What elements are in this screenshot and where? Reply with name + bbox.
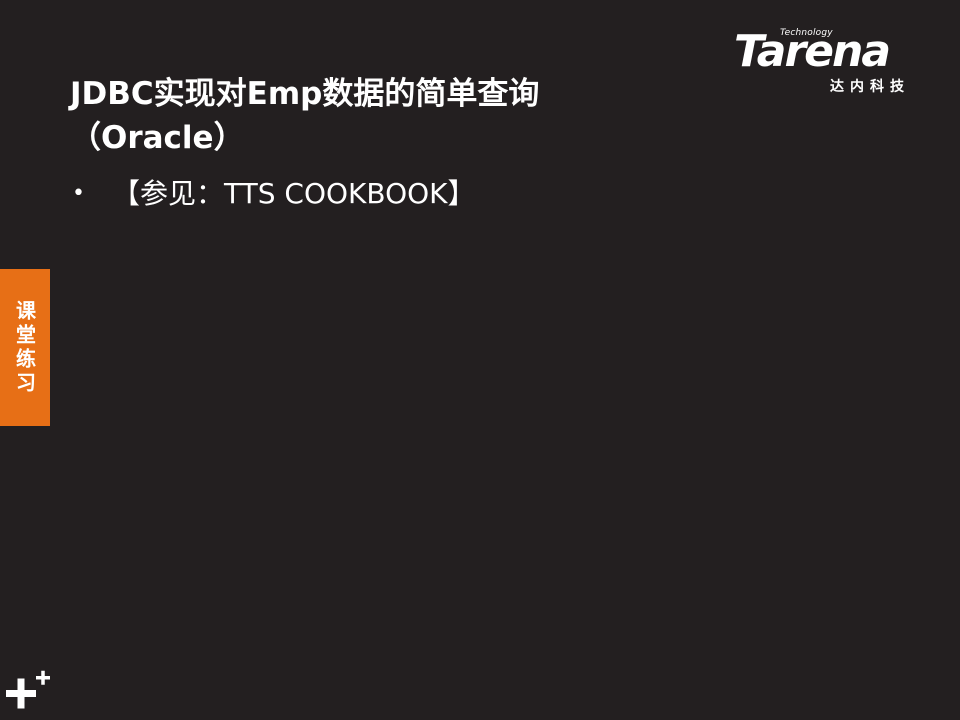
slide-title: JDBC实现对Emp数据的简单查询 （Oracle） — [70, 72, 710, 160]
side-tab-label: 课堂练习 — [12, 299, 37, 396]
bullet-list: • 【参见：TTS COOKBOOK】 — [72, 172, 476, 216]
plus-icon — [6, 670, 50, 709]
bullet-item: • 【参见：TTS COOKBOOK】 — [72, 172, 476, 216]
bullet-dot-icon: • — [72, 181, 85, 206]
logo-chinese: 达内科技 — [830, 79, 910, 95]
side-tab-class-exercise: 课堂练习 — [0, 269, 50, 426]
logo-word: Tarena — [734, 26, 891, 77]
slide-title-line-1: JDBC实现对Emp数据的简单查询 — [70, 76, 540, 112]
tarena-logo: Technology Tarena 达内科技 — [732, 26, 932, 96]
slide: Technology Tarena 达内科技 JDBC实现对Emp数据的简单查询… — [0, 0, 960, 720]
slide-title-line-2: （Oracle） — [70, 120, 245, 156]
bullet-text: 【参见：TTS COOKBOOK】 — [112, 177, 476, 210]
